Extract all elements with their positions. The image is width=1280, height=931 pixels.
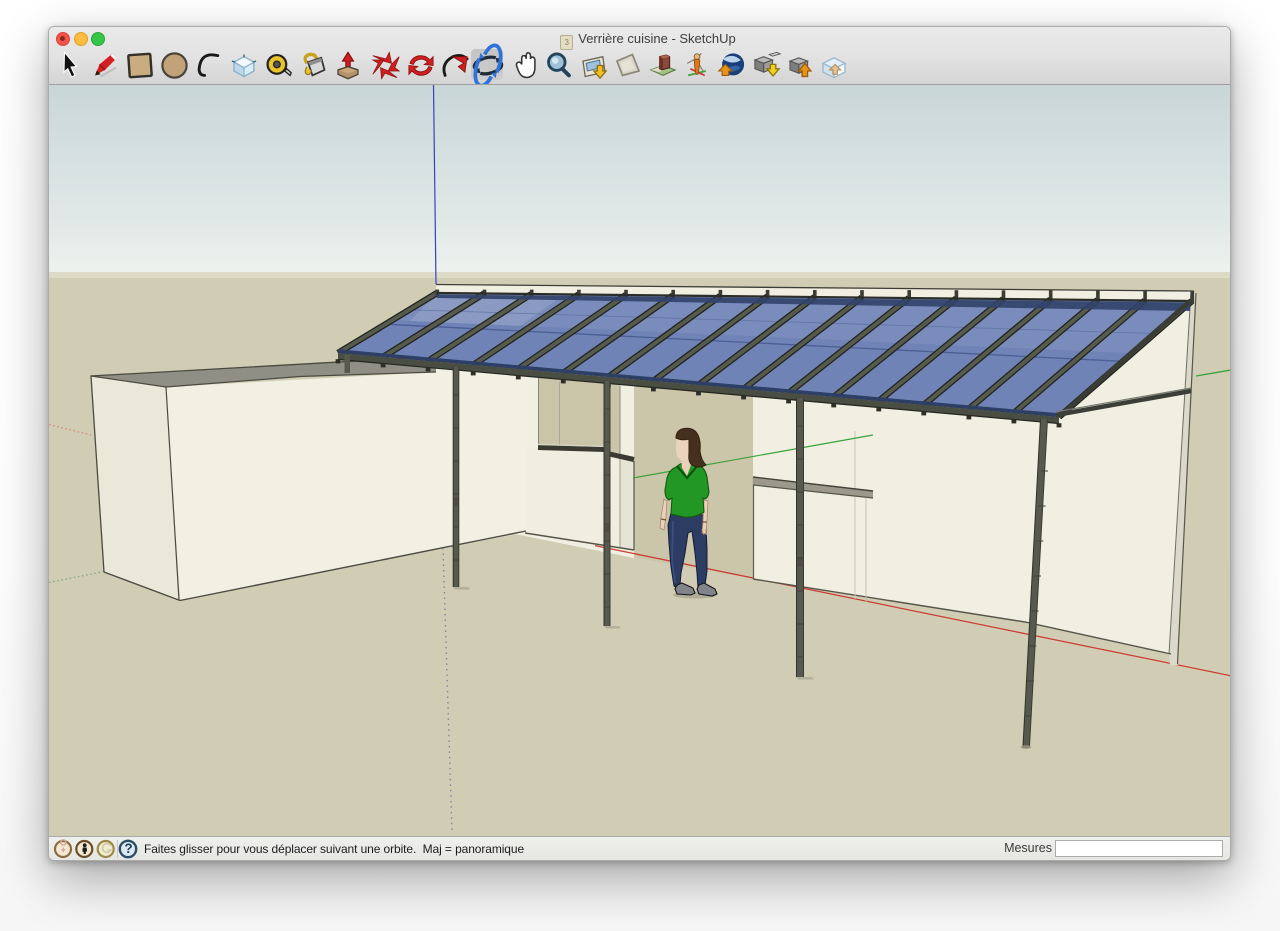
svg-text:?: ? (124, 841, 132, 856)
